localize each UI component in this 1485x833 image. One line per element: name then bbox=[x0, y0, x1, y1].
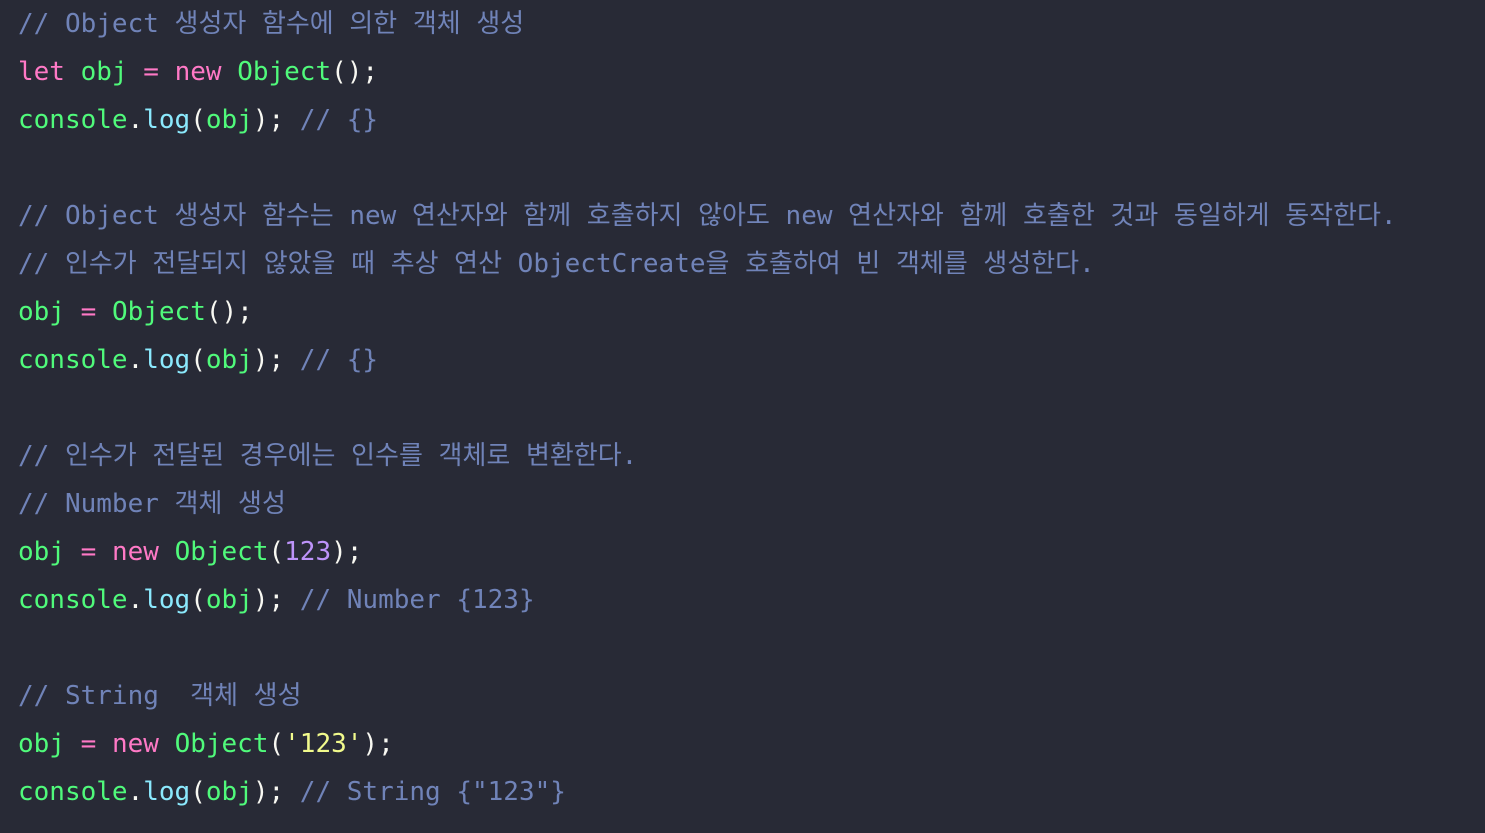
comment-token: // {} bbox=[299, 345, 379, 375]
keyword-token: new bbox=[111, 537, 159, 567]
num-token: 123 bbox=[284, 537, 332, 567]
code-line: // Object 생성자 함수에 의한 객체 생성 bbox=[18, 0, 1485, 48]
class-token: Object bbox=[174, 729, 269, 759]
keyword-token: new bbox=[111, 729, 159, 759]
punc-token: ); bbox=[252, 105, 285, 135]
keyword-token: let bbox=[18, 57, 65, 87]
comment-token: // Object 생성자 함수는 new 연산자와 함께 호출하지 않아도 n… bbox=[18, 201, 1397, 231]
keyword-token: new bbox=[174, 57, 222, 87]
punc-token: . bbox=[127, 345, 144, 375]
punc-token: ( bbox=[190, 105, 206, 135]
op-token: = bbox=[80, 729, 97, 759]
comment-token: // Number 객체 생성 bbox=[18, 489, 286, 519]
code-body: // Object 생성자 함수에 의한 객체 생성 let obj = new … bbox=[18, 0, 1485, 816]
var-token: obj bbox=[205, 345, 253, 375]
var-token: obj bbox=[18, 537, 65, 567]
code-line: console.log(obj); // {} bbox=[18, 96, 1485, 144]
op-token: = bbox=[80, 537, 97, 567]
punc-token: ( bbox=[190, 585, 206, 615]
fn-token: log bbox=[143, 345, 191, 375]
var-token: obj bbox=[18, 297, 65, 327]
code-line: console.log(obj); // Number {123} bbox=[18, 576, 1485, 624]
comment-token: // Object 생성자 함수에 의한 객체 생성 bbox=[18, 9, 525, 39]
code-editor[interactable]: // Object 생성자 함수에 의한 객체 생성 let obj = new … bbox=[0, 0, 1485, 833]
punc-token: ); bbox=[331, 537, 363, 567]
punc-token: ); bbox=[252, 777, 285, 807]
comment-token: // Number {123} bbox=[299, 585, 535, 615]
punc-token: . bbox=[127, 777, 144, 807]
class-token: Object bbox=[237, 57, 332, 87]
code-line: let obj = new Object(); bbox=[18, 48, 1485, 96]
code-line: // Object 생성자 함수는 new 연산자와 함께 호출하지 않아도 n… bbox=[18, 192, 1485, 240]
op-token: = bbox=[80, 297, 97, 327]
fn-token: log bbox=[143, 585, 191, 615]
punc-token: ( bbox=[268, 537, 285, 567]
fn-token: log bbox=[143, 777, 191, 807]
comment-token: // 인수가 전달된 경우에는 인수를 객체로 변환한다. bbox=[18, 441, 638, 471]
comment-token: // 인수가 전달되지 않았을 때 추상 연산 ObjectCreate을 호출… bbox=[18, 249, 1095, 279]
class-token: Object bbox=[111, 297, 206, 327]
op-token: = bbox=[143, 57, 159, 87]
code-line: console.log(obj); // String {"123"} bbox=[18, 768, 1485, 816]
punc-token: ( bbox=[190, 345, 206, 375]
punc-token: ( bbox=[268, 729, 285, 759]
code-line: obj = new Object(123); bbox=[18, 528, 1485, 576]
punc-token: ); bbox=[252, 585, 285, 615]
punc-token: ); bbox=[252, 345, 285, 375]
code-line: console.log(obj); // {} bbox=[18, 336, 1485, 384]
code-line: // String 객체 생성 bbox=[18, 672, 1485, 720]
var-token: obj bbox=[205, 777, 253, 807]
code-line: obj = new Object('123'); bbox=[18, 720, 1485, 768]
code-line: // Number 객체 생성 bbox=[18, 480, 1485, 528]
punc-token: . bbox=[127, 585, 144, 615]
str-token: '123' bbox=[284, 729, 363, 759]
comment-token: // String 객체 생성 bbox=[18, 681, 302, 711]
var-token: console bbox=[18, 345, 128, 375]
var-token: obj bbox=[205, 105, 253, 135]
punc-token: ( bbox=[190, 777, 206, 807]
comment-token: // {} bbox=[299, 105, 379, 135]
code-line: // 인수가 전달되지 않았을 때 추상 연산 ObjectCreate을 호출… bbox=[18, 240, 1485, 288]
fn-token: log bbox=[143, 105, 191, 135]
var-token: obj bbox=[18, 729, 65, 759]
var-token: console bbox=[18, 777, 128, 807]
punc-token: (); bbox=[331, 57, 379, 87]
code-line: // 인수가 전달된 경우에는 인수를 객체로 변환한다. bbox=[18, 432, 1485, 480]
comment-token: // String {"123"} bbox=[299, 777, 566, 807]
code-line: obj = Object(); bbox=[18, 288, 1485, 336]
var-token: obj bbox=[205, 585, 253, 615]
punc-token: (); bbox=[205, 297, 253, 327]
class-token: Object bbox=[174, 537, 269, 567]
var-token: console bbox=[18, 585, 128, 615]
var-token: obj bbox=[80, 57, 128, 87]
punc-token: . bbox=[127, 105, 144, 135]
var-token: console bbox=[18, 105, 128, 135]
punc-token: ); bbox=[362, 729, 394, 759]
